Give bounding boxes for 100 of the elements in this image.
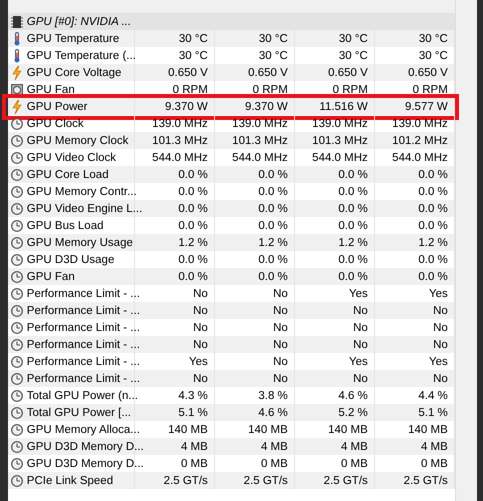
sensor-value: 4 MB	[420, 440, 448, 452]
sensor-value: Yes	[189, 356, 208, 368]
sensor-name[interactable]: GPU Core Load	[26, 168, 109, 180]
sensor-value: 139.0 MHz	[312, 118, 368, 130]
sensor-value: 4.4 %	[418, 390, 448, 402]
sensor-value: 30 °C	[258, 50, 288, 62]
sensor-value: 140 MB	[408, 424, 448, 436]
sensor-name[interactable]: Performance Limit - ...	[26, 356, 140, 368]
sensor-name[interactable]: GPU Fan	[26, 270, 75, 282]
clock-icon	[10, 354, 23, 368]
sensor-value: 5.2 %	[338, 406, 368, 418]
sensor-value: Yes	[349, 288, 368, 300]
sensor-name[interactable]: GPU Memory Alloca...	[26, 424, 140, 436]
sensor-name[interactable]: GPU Power	[26, 100, 88, 112]
clock-icon	[10, 456, 23, 470]
sensor-name[interactable]: GPU Video Clock	[26, 152, 116, 164]
sensor-value: 5.1 %	[418, 406, 448, 418]
sensor-value: No	[273, 304, 288, 316]
clock-icon	[10, 286, 23, 300]
sensor-name[interactable]: GPU Fan	[26, 84, 75, 96]
sensor-value: 30 °C	[418, 50, 448, 62]
clock-icon	[10, 184, 23, 198]
sensor-value: 0.0 %	[178, 186, 208, 198]
sensor-name[interactable]: Performance Limit - ...	[26, 372, 140, 384]
sensor-value: Yes	[429, 288, 448, 300]
sensor-name[interactable]: GPU Video Engine L...	[26, 202, 142, 214]
sensor-value: No	[433, 372, 448, 384]
sensor-value: 30 °C	[338, 32, 368, 44]
sensor-value: 30 °C	[418, 32, 448, 44]
clock-icon	[10, 218, 23, 232]
sensor-name[interactable]: Performance Limit - ...	[26, 304, 140, 316]
sensor-value: 0 MB	[340, 458, 368, 470]
sensor-value: 1.2 %	[338, 236, 368, 248]
sensor-value: 139.0 MHz	[152, 118, 208, 130]
sensor-value: 0 RPM	[252, 84, 288, 96]
sensor-value: 0 RPM	[172, 84, 208, 96]
sensor-name[interactable]: Performance Limit - ...	[26, 288, 140, 300]
sensor-value: 101.3 MHz	[152, 134, 208, 146]
sensor-value: No	[433, 322, 448, 334]
sensor-value: 0.0 %	[258, 186, 288, 198]
sensor-value: 101.3 MHz	[232, 134, 288, 146]
sensor-value: No	[353, 304, 368, 316]
sensor-value: No	[353, 322, 368, 334]
sensor-value: No	[433, 304, 448, 316]
sensor-name[interactable]: GPU D3D Memory D...	[26, 440, 144, 452]
sensor-name[interactable]: Total GPU Power (n...	[26, 390, 138, 402]
sensor-name[interactable]: GPU Memory Contr...	[26, 186, 137, 198]
sensor-name[interactable]: GPU Memory Clock	[26, 134, 128, 146]
sensor-value: 0 RPM	[332, 84, 368, 96]
sensor-name[interactable]: Total GPU Power [...	[26, 406, 131, 418]
sensor-name[interactable]: GPU Clock	[26, 118, 84, 130]
sensor-value: Yes	[349, 356, 368, 368]
sensor-value: 0 MB	[260, 458, 288, 470]
sensor-name[interactable]: Performance Limit - ...	[26, 338, 140, 350]
sensor-value: 4 MB	[180, 440, 208, 452]
fan-icon	[10, 82, 23, 96]
sensor-value: 1.2 %	[418, 236, 448, 248]
sensor-value: No	[193, 372, 208, 384]
clock-icon	[10, 320, 23, 334]
sensor-name[interactable]: GPU Temperature (...	[26, 50, 136, 62]
sensor-value: No	[273, 372, 288, 384]
sensor-value: 0.0 %	[258, 254, 288, 266]
sensor-value: No	[193, 304, 208, 316]
sensor-value: 9.577 W	[404, 100, 448, 112]
group-label[interactable]: GPU [#0]: NVIDIA ...	[26, 16, 132, 28]
sensor-name[interactable]: GPU D3D Usage	[26, 254, 114, 266]
clock-icon	[10, 422, 23, 436]
sensor-value: 5.1 %	[178, 406, 208, 418]
sensor-value: 3.8 %	[258, 390, 288, 402]
sensor-value: 0.0 %	[258, 270, 288, 282]
sensor-value: 140 MB	[248, 424, 288, 436]
sensor-value: 2.5 GT/s	[244, 474, 288, 486]
sensor-value: No	[273, 322, 288, 334]
sensor-value: 0.0 %	[418, 168, 448, 180]
sensor-name[interactable]: GPU Bus Load	[26, 220, 104, 232]
sensor-value: 0.0 %	[338, 220, 368, 232]
sensor-value: 4 MB	[260, 440, 288, 452]
sensor-value: 30 °C	[338, 50, 368, 62]
sensor-value: 0.0 %	[258, 202, 288, 214]
sensor-value: 11.516 W	[319, 100, 368, 112]
sensor-value: 2.5 GT/s	[404, 474, 448, 486]
sensor-value: No	[273, 338, 288, 350]
sensor-value: 544.0 MHz	[312, 152, 368, 164]
sensor-value: 0.0 %	[338, 186, 368, 198]
sensor-value: 30 °C	[178, 32, 208, 44]
sensor-name[interactable]: Performance Limit - ...	[26, 322, 140, 334]
sensor-name[interactable]: PCIe Link Speed	[26, 474, 114, 486]
sensor-value: No	[273, 288, 288, 300]
sensor-value: 0.0 %	[338, 168, 368, 180]
sensor-value: 544.0 MHz	[152, 152, 208, 164]
sensor-name[interactable]: GPU D3D Memory D...	[26, 458, 144, 470]
sensor-value: No	[193, 322, 208, 334]
sensor-name[interactable]: GPU Memory Usage	[26, 236, 133, 248]
sensor-value: 9.370 W	[164, 100, 208, 112]
lightning-icon	[10, 66, 23, 80]
sensor-value: 0.0 %	[418, 202, 448, 214]
sensor-name[interactable]: GPU Core Voltage	[26, 66, 122, 78]
sensor-value: 4.6 %	[338, 390, 368, 402]
sensor-name[interactable]: GPU Temperature	[26, 32, 120, 44]
sensor-value: 0.0 %	[178, 168, 208, 180]
